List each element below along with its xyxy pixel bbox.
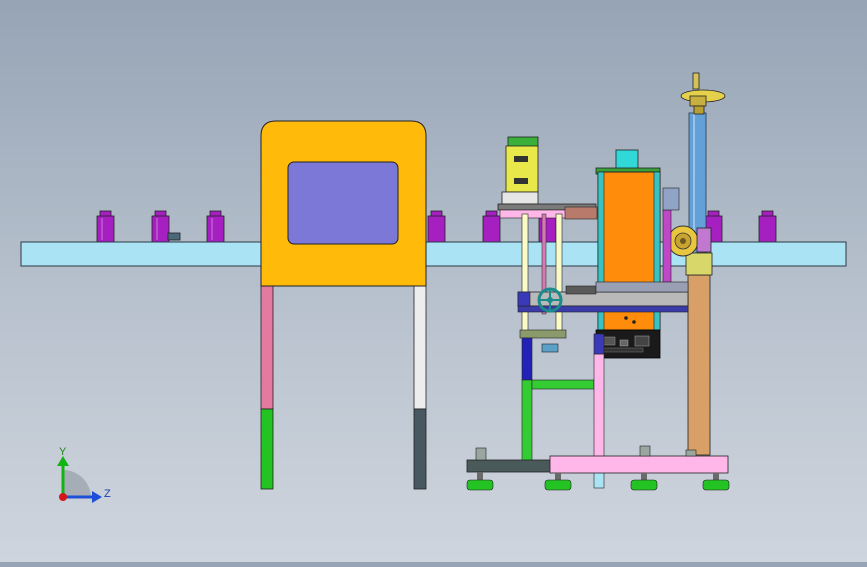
leveling-foot	[466, 472, 494, 491]
base-plate	[549, 455, 729, 474]
leveling-foot	[630, 473, 658, 491]
leveling-foot	[702, 473, 730, 491]
bottle-group-left	[96, 210, 225, 243]
bottle	[482, 210, 501, 243]
bottle	[206, 210, 225, 243]
guard-leg-right-upper	[413, 284, 427, 410]
axis-origin	[59, 493, 67, 501]
guard-leg-left-upper	[260, 284, 274, 410]
actuator-cylinder	[505, 145, 539, 193]
guard-leg-right-lower	[413, 408, 427, 490]
coordinate-triad[interactable]: Y Z	[57, 446, 111, 503]
conveyor-belt	[20, 241, 847, 267]
leveling-foot	[544, 473, 572, 491]
bottle	[758, 210, 777, 243]
bottle	[151, 210, 170, 243]
column-tan-post	[687, 274, 711, 456]
z-axis-label: Z	[104, 488, 111, 500]
y-axis-label: Y	[59, 446, 67, 458]
bottle	[96, 210, 115, 243]
cad-viewport[interactable]: Y Z	[0, 0, 867, 562]
guard-window	[287, 161, 399, 245]
guard-legs	[260, 284, 427, 490]
base-rail-dark	[466, 459, 558, 473]
bottle-clip	[167, 232, 181, 241]
guard-frame	[260, 120, 427, 287]
top-handwheel	[680, 72, 726, 115]
column-adjust-wheel	[667, 225, 699, 257]
cad-drawing: Y Z	[20, 72, 847, 503]
bottle	[427, 210, 446, 243]
labeler-head	[595, 149, 680, 359]
column-collar	[685, 252, 713, 276]
guard-leg-left-lower	[260, 408, 274, 490]
labeler-top-cap	[615, 149, 639, 171]
crossbar-handwheel	[537, 287, 563, 313]
